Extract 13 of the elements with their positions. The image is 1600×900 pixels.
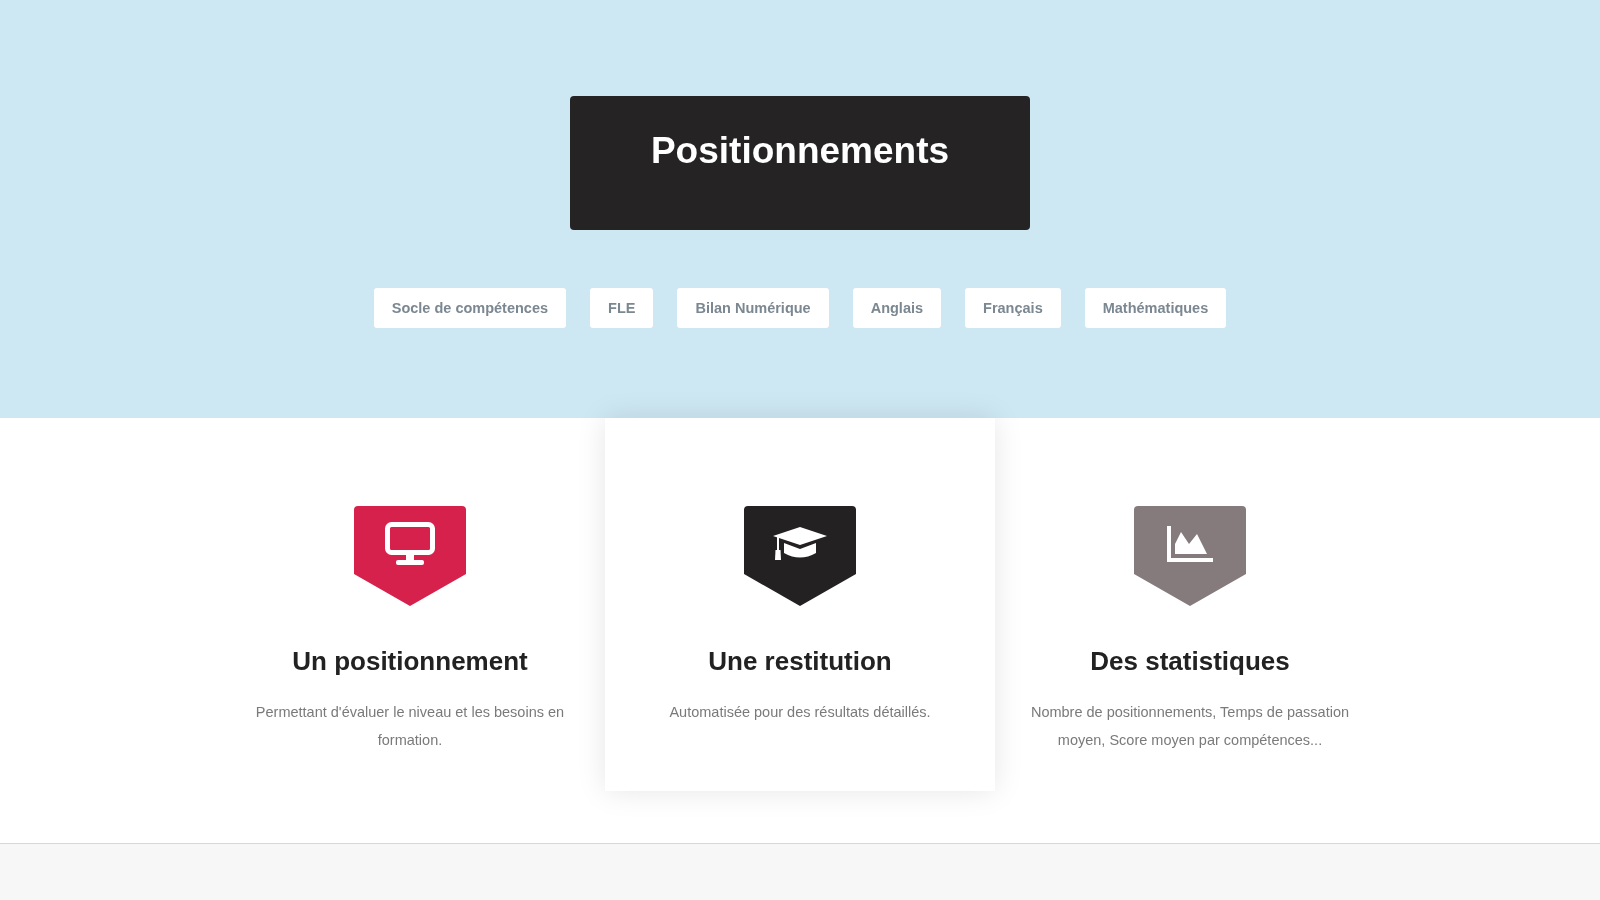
feature-description: Nombre de positionnements, Temps de passation moyen, Score moyen par compétences...	[1029, 703, 1351, 750]
feature-title: Un positionnement	[292, 645, 528, 678]
page-title: Positionnements	[650, 129, 950, 173]
category-button[interactable]: FLE	[590, 288, 654, 328]
category-button[interactable]: Mathématiques	[1084, 288, 1227, 328]
feature-description: Permettant d'évaluer le niveau et les besoins en formation.	[254, 703, 566, 750]
feature-title: Une restitution	[708, 645, 892, 678]
category-button[interactable]: Anglais	[852, 288, 942, 328]
category-button[interactable]: Français	[965, 288, 1061, 328]
feature-title: Des statistiques	[1090, 645, 1290, 678]
feature-description: Automatisée pour des résultats détaillés.	[669, 703, 931, 722]
category-button[interactable]: Bilan Numérique	[677, 288, 829, 328]
category-button[interactable]: Socle de compétences	[373, 288, 567, 328]
